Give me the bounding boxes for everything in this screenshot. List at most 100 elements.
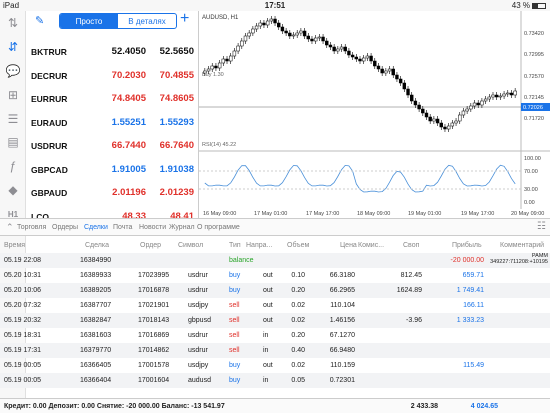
settings-icon[interactable]: ☷ xyxy=(537,221,546,232)
tab-1[interactable]: Ордеры xyxy=(52,224,78,231)
tab-6[interactable]: О программе xyxy=(197,224,240,231)
tab-2[interactable]: Сделки xyxy=(84,224,108,231)
cell-profit: 1 749.41 xyxy=(456,287,484,294)
table-row[interactable]: 05.20 07:32 16387707 17021901 usdjpy sell out… xyxy=(0,298,550,313)
chart-canvas[interactable]: AUDUSD, H1Buy 1.30RSI(14) 45.220.734200.… xyxy=(199,11,550,218)
candle-body xyxy=(502,93,506,97)
cell-swap: 1624.89 xyxy=(396,287,422,294)
quote-row[interactable]: EURRUR 74.8405 74.8605 xyxy=(26,88,198,112)
cell-time: 05.19 20:32 xyxy=(4,317,41,324)
candle-body xyxy=(498,95,503,98)
cell-type: buy xyxy=(229,377,241,384)
column-header[interactable]: Сделка xyxy=(85,242,109,249)
quote-row[interactable]: BKTRUR 52.4050 52.5650 xyxy=(26,41,198,65)
candle-body xyxy=(269,18,274,22)
cell-dir: out xyxy=(263,302,273,309)
time-tick: 19 May 01:00 xyxy=(408,211,441,217)
tab-3[interactable]: Почта xyxy=(113,224,132,231)
table-row[interactable]: 05.19 17:31 16379770 17014862 usdrur sell in 0… xyxy=(0,343,550,358)
candle-body xyxy=(262,22,266,26)
candle-body xyxy=(206,68,211,72)
table-row[interactable]: 05.19 18:31 16381603 17016869 usdrur sell in 0… xyxy=(0,328,550,343)
cell-symbol: usdrur xyxy=(188,272,208,279)
quote-symbol: USDRUR xyxy=(31,141,68,151)
table-row[interactable]: 05.19 22:08 16384990 balance -20 000.00 PAMM… xyxy=(0,253,550,268)
quotes-icon[interactable]: ⇅ xyxy=(4,14,22,32)
candle-body xyxy=(491,94,495,98)
column-header[interactable]: Время xyxy=(4,242,25,249)
quote-row[interactable]: USDRUR 66.7440 66.7640 xyxy=(26,135,198,159)
price-tick: 0.71720 xyxy=(524,116,544,122)
indicators-icon[interactable]: ƒ xyxy=(4,157,22,175)
swap-total: 2 433.38 xyxy=(410,403,438,410)
column-header[interactable]: Символ xyxy=(178,242,203,249)
collapse-icon[interactable]: ⌃ xyxy=(6,222,14,233)
quote-bid: 52.4050 xyxy=(111,46,146,57)
history-icon[interactable]: ☰ xyxy=(4,110,22,128)
column-header[interactable]: Прибыль xyxy=(452,242,482,249)
trade-icon[interactable]: ⇵ xyxy=(4,38,22,56)
quote-row[interactable]: GBPCAD 1.91005 1.91038 xyxy=(26,159,198,183)
add-symbol-icon[interactable]: + xyxy=(180,10,189,28)
table-row[interactable]: 05.19 00:05 16366405 17001578 usdjpy buy out 0… xyxy=(0,358,550,373)
rsi-tick: 70.00 xyxy=(524,169,538,175)
table-row[interactable]: 05.20 10:31 16389933 17023995 usdrur buy out 0… xyxy=(0,268,550,283)
battery-icon xyxy=(532,2,546,9)
table-row[interactable]: 05.19 00:05 16366404 17001604 audusd buy in 0.… xyxy=(0,373,550,388)
cell-time: 05.19 00:05 xyxy=(4,362,41,369)
candle-body xyxy=(299,30,303,34)
column-header[interactable]: Тип xyxy=(229,242,241,249)
quotes-toolbar: ✎ Просто В деталях + xyxy=(26,10,198,31)
cell-order: 17018143 xyxy=(138,317,170,324)
tab-5[interactable]: Журнал xyxy=(169,224,195,231)
view-mode-segmented[interactable]: Просто В деталях xyxy=(59,13,177,29)
quote-row[interactable]: EURAUD 1.55251 1.55293 xyxy=(26,112,198,136)
new-document-icon[interactable]: ⊞ xyxy=(4,86,22,104)
candle-body xyxy=(424,112,429,118)
table-row[interactable]: 05.20 10:06 16389205 17016878 usdrur buy out 0… xyxy=(0,283,550,298)
chart-title: AUDUSD, H1 xyxy=(202,15,239,21)
cell-dir: out xyxy=(263,287,273,294)
cell-price: 0.72301 xyxy=(329,377,355,384)
cell-dir: out xyxy=(263,272,273,279)
quote-ask: 1.55293 xyxy=(159,116,194,128)
column-header[interactable]: Объем xyxy=(287,242,309,249)
candle-body xyxy=(513,90,517,96)
tab-0[interactable]: Торговля xyxy=(17,224,46,231)
table-header: Время Сделка Ордер Символ Тип Напра... Объем Це… xyxy=(0,238,550,253)
tab-detailed[interactable]: В деталях xyxy=(118,14,176,28)
candle-body xyxy=(472,102,477,107)
column-header[interactable]: Комис... xyxy=(358,242,384,249)
edit-icon[interactable]: ✎ xyxy=(35,14,44,27)
chat-icon[interactable]: 💬 xyxy=(4,62,22,80)
column-header[interactable]: Своп xyxy=(403,242,419,249)
price-chart[interactable]: AUDUSD, H1 Buy 1.30 RSI(14) 45.22 0.73420 0.… xyxy=(198,11,550,218)
candle-body xyxy=(365,55,370,59)
candle-body xyxy=(398,78,403,84)
clock: 17:51 xyxy=(264,1,286,10)
tab-simple[interactable]: Просто xyxy=(60,14,118,28)
cell-price: 1.46156 xyxy=(329,317,355,324)
column-header[interactable]: Ордер xyxy=(140,242,161,249)
candle-body xyxy=(251,28,255,34)
tab-4[interactable]: Новости xyxy=(139,224,166,231)
quote-row[interactable]: GBPAUD 2.01196 2.01239 xyxy=(26,182,198,206)
history-table: 05.19 22:08 16384990 balance -20 000.00 PAMM… xyxy=(0,253,550,388)
candle-body xyxy=(321,36,325,42)
column-header[interactable]: Цена xyxy=(340,242,357,249)
cell-volume: 0.05 xyxy=(291,377,305,384)
candle-body xyxy=(240,40,244,47)
cell-time: 05.20 07:32 xyxy=(4,302,41,309)
quote-row[interactable]: DECRUR 70.2030 70.4855 xyxy=(26,65,198,89)
time-tick: 17 May 17:00 xyxy=(306,211,339,217)
cell-order: 17016878 xyxy=(138,287,170,294)
column-header[interactable]: Напра... xyxy=(246,242,272,249)
quotes-list: BKTRUR 52.4050 52.5650 DECRUR 70.2030 70.4855… xyxy=(26,41,198,229)
cell-order: 17001604 xyxy=(138,377,170,384)
chart-type-icon[interactable]: ▤ xyxy=(4,133,22,151)
table-row[interactable]: 05.19 20:32 16382847 17018143 gbpusd sell out… xyxy=(0,313,550,328)
candle-body xyxy=(310,38,314,42)
cell-price: 67.1270 xyxy=(329,332,355,339)
objects-icon[interactable]: ◆ xyxy=(4,181,22,199)
column-header[interactable]: Комментарий xyxy=(500,242,544,249)
